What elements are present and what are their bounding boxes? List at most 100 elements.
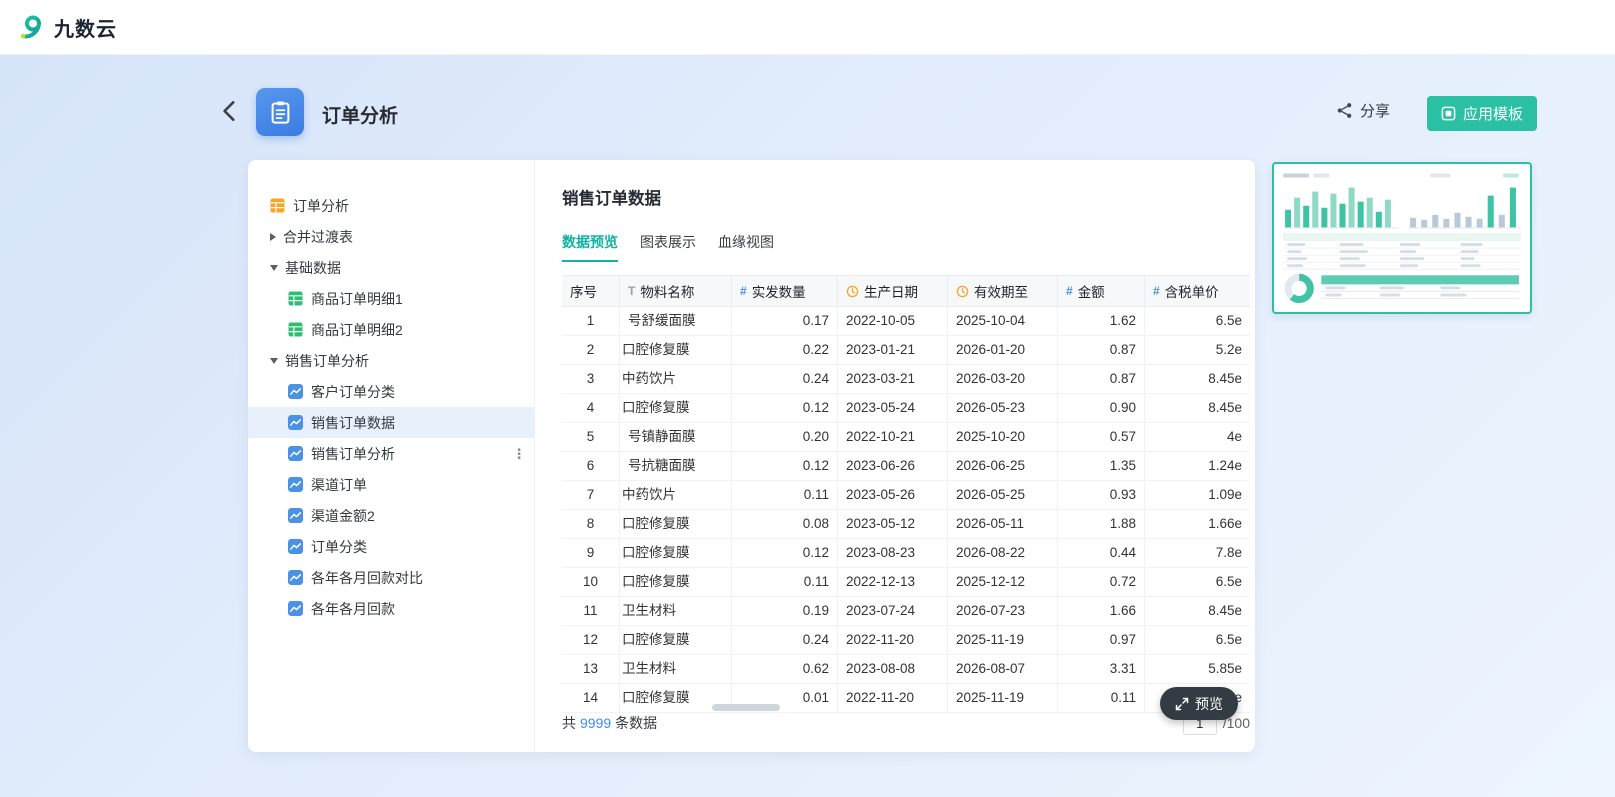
table-cell: 2025-10-04	[948, 307, 1058, 335]
table-cell: 0.24	[732, 365, 838, 393]
table-cell: 0.17	[732, 307, 838, 335]
sidebar-item[interactable]: 各年各月回款	[248, 593, 534, 624]
table-cell: 2023-08-08	[838, 655, 948, 683]
sidebar-item[interactable]: 客户订单分类	[248, 376, 534, 407]
table-cell: 6	[562, 452, 620, 480]
table-row: 6 号抗糖面膜 0.12 2023-06-26 2026-06-25 1.35 1.24e	[562, 452, 1250, 481]
number-type-icon: #	[740, 284, 747, 298]
column-header[interactable]: 有效期至	[948, 276, 1058, 306]
content-panel: 销售订单数据 数据预览 图表展示 血缘视图 序号 T 物料名称 # 实发数量 生产日期 有效期至…	[535, 160, 1255, 752]
sidebar-item[interactable]: 基础数据	[248, 252, 534, 283]
table-cell: 2025-11-19	[948, 684, 1058, 712]
sidebar-item-label: 渠道金额2	[311, 507, 375, 524]
table-cell: 2026-01-20	[948, 336, 1058, 364]
template-icon	[1441, 106, 1456, 121]
page-title: 订单分析	[322, 106, 399, 127]
table-cell: 0.11	[1058, 684, 1145, 712]
table-row: 1 号舒缓面膜 0.17 2022-10-05 2025-10-04 1.62 6.5e	[562, 307, 1250, 336]
sidebar-item[interactable]: 订单分类	[248, 531, 534, 562]
column-header[interactable]: 生产日期	[838, 276, 948, 306]
table-cell: 7	[562, 481, 620, 509]
sidebar-item-label: 商品订单明细1	[311, 290, 403, 307]
table-footer: 共9999条数据 /100	[562, 710, 1250, 736]
table-icon	[270, 198, 285, 213]
tab-data-preview[interactable]: 数据预览	[562, 232, 618, 262]
sidebar-item[interactable]: 商品订单明细1	[248, 283, 534, 314]
table-cell: 6.5e	[1215, 632, 1242, 647]
total-suffix: 条数据	[615, 715, 658, 731]
sidebar-item[interactable]: 销售订单数据	[248, 407, 534, 438]
number-type-icon: #	[1066, 284, 1073, 298]
table-cell: 8.45e	[1208, 371, 1242, 386]
table-cell: 5	[562, 423, 620, 451]
data-table: 序号 T 物料名称 # 实发数量 生产日期 有效期至 # 金额 # 含税单价 1 号舒缓面膜 0.17 2…	[562, 275, 1250, 713]
column-header[interactable]: # 含税单价	[1145, 276, 1250, 306]
back-button[interactable]	[216, 97, 244, 127]
table-cell: 号镇静面膜	[620, 423, 732, 451]
table-header-row: 序号 T 物料名称 # 实发数量 生产日期 有效期至 # 金额 # 含税单价	[562, 275, 1250, 307]
logo-text: 九数云	[54, 18, 117, 41]
dashboard-thumbnail-image	[1279, 169, 1525, 307]
table-cell: 0.87	[1058, 336, 1145, 364]
app-logo[interactable]: 九数云	[18, 13, 117, 42]
table-cell: 2022-12-13	[838, 568, 948, 596]
table-cell: 1	[562, 307, 620, 335]
sidebar-item-label: 客户订单分类	[311, 383, 395, 400]
expand-arrow-icon[interactable]	[270, 232, 276, 241]
table-cell: 7.8e	[1215, 545, 1242, 560]
tab-chart-display[interactable]: 图表展示	[640, 232, 696, 260]
collapse-arrow-icon[interactable]	[270, 264, 278, 271]
table-cell: 12	[562, 626, 620, 654]
table-row: 13 卫生材料 0.62 2023-08-08 2026-08-07 3.31 5.85e	[562, 655, 1250, 684]
date-type-icon	[956, 285, 969, 297]
table-cell: 0.44	[1058, 539, 1145, 567]
line-chart-icon	[288, 570, 303, 585]
table-cell: 2026-05-25	[948, 481, 1058, 509]
collapse-arrow-icon[interactable]	[270, 357, 278, 364]
total-count: 9999	[580, 715, 612, 731]
column-header[interactable]: 序号	[562, 276, 620, 306]
sidebar-item[interactable]: 销售订单分析 ⋮	[248, 438, 534, 469]
table-cell: 2026-05-11	[948, 510, 1058, 538]
table-cell: 3	[562, 365, 620, 393]
table-cell: 2022-10-21	[838, 423, 948, 451]
table-cell: 0.11	[732, 568, 838, 596]
sidebar-item-label: 销售订单分析	[311, 445, 395, 462]
table-cell: 0.90	[1058, 394, 1145, 422]
row-count: 共 9999 条数据	[562, 713, 657, 733]
table-cell: 0.24	[732, 626, 838, 654]
line-chart-icon	[288, 384, 303, 399]
dashboard-thumbnail[interactable]	[1272, 162, 1532, 314]
sidebar-item[interactable]: 渠道订单	[248, 469, 534, 500]
table-cell: 口腔修复膜	[620, 626, 732, 654]
more-menu-icon[interactable]: ⋮	[512, 445, 526, 462]
tab-lineage-view[interactable]: 血缘视图	[718, 232, 774, 260]
sidebar-item[interactable]: 渠道金额2	[248, 500, 534, 531]
sidebar-item-label: 订单分析	[293, 197, 349, 214]
share-button[interactable]: 分享	[1336, 100, 1390, 121]
sidebar-item[interactable]: 合并过渡表	[248, 221, 534, 252]
table-row: 3 中药饮片 0.24 2023-03-21 2026-03-20 0.87 8.45e	[562, 365, 1250, 394]
line-chart-icon	[288, 415, 303, 430]
apply-template-label: 应用模板	[1462, 106, 1523, 123]
sidebar-item[interactable]: 销售订单分析	[248, 345, 534, 376]
table-cell: 0.20	[732, 423, 838, 451]
table-cell: 6.5e	[1215, 574, 1242, 589]
sidebar-item-label: 商品订单明细2	[311, 321, 403, 338]
table-cell: 口腔修复膜	[620, 568, 732, 596]
column-header[interactable]: # 实发数量	[732, 276, 838, 306]
sidebar-item[interactable]: 商品订单明细2	[248, 314, 534, 345]
table-cell: 2023-03-21	[838, 365, 948, 393]
table-cell: 3.31	[1058, 655, 1145, 683]
line-chart-icon	[288, 508, 303, 523]
table-cell: 2023-07-24	[838, 597, 948, 625]
apply-template-button[interactable]: 应用模板	[1427, 96, 1537, 131]
dataset-title: 销售订单数据	[562, 190, 661, 208]
column-header[interactable]: # 金额	[1058, 276, 1145, 306]
sidebar-item[interactable]: 各年各月回款对比	[248, 562, 534, 593]
column-header[interactable]: T 物料名称	[620, 276, 732, 306]
sidebar-item[interactable]: 订单分析	[248, 190, 534, 221]
table-cell: 0.57	[1058, 423, 1145, 451]
preview-button[interactable]: 预览	[1160, 687, 1238, 720]
table-cell: 2023-08-23	[838, 539, 948, 567]
